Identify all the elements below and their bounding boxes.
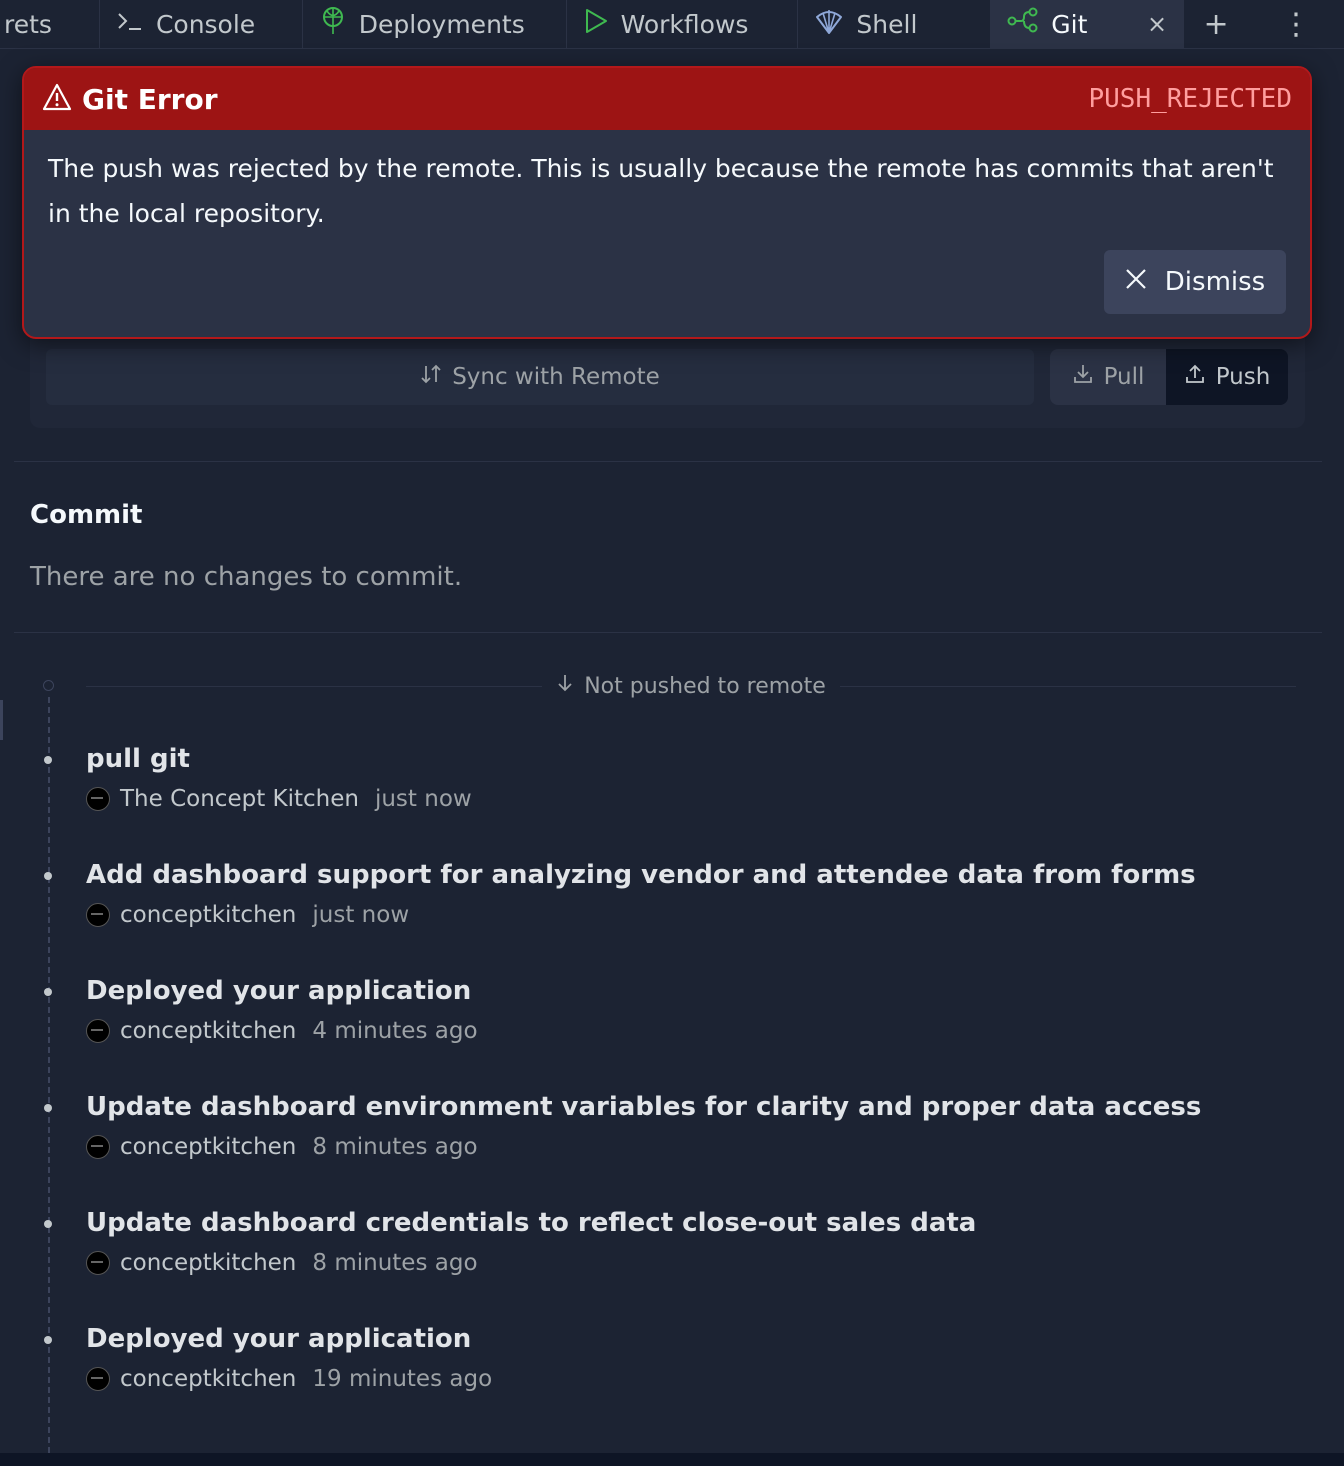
commit-entry-partial[interactable] — [86, 1436, 1286, 1453]
download-icon — [1072, 363, 1094, 391]
avatar — [86, 787, 110, 811]
avatar — [86, 903, 110, 927]
tab-label: Shell — [856, 9, 918, 39]
tab-console[interactable]: Console — [100, 0, 303, 48]
divider — [14, 632, 1322, 633]
commit-entry[interactable]: Add dashboard support for analyzing vend… — [44, 860, 1306, 928]
commit-entry[interactable]: Deployed your application conceptkitchen… — [44, 976, 1306, 1044]
commit-title: Update dashboard environment variables f… — [86, 1092, 1202, 1122]
commit-author: conceptkitchen — [120, 1018, 297, 1044]
commit-entry[interactable]: Update dashboard environment variables f… — [44, 1092, 1306, 1160]
commit-title: Deployed your application — [86, 976, 472, 1006]
commit-dot — [44, 1336, 52, 1344]
tab-label: Deployments — [358, 9, 525, 39]
push-button[interactable]: Push — [1166, 349, 1288, 405]
git-error-toast: Git Error PUSH_REJECTED The push was rej… — [22, 66, 1312, 339]
push-label: Push — [1215, 364, 1271, 390]
tab-shell[interactable]: Shell — [798, 0, 992, 48]
arrow-down-icon — [556, 673, 574, 699]
commit-entry[interactable]: Deployed your application conceptkitchen… — [44, 1324, 1306, 1392]
commit-author: conceptkitchen — [120, 1366, 297, 1392]
commit-title: Update dashboard credentials to reflect … — [86, 1208, 977, 1238]
tab-bar: rets Console Deployments Workflows Shell… — [0, 0, 1344, 49]
error-title: Git Error — [82, 82, 218, 116]
commit-entry[interactable]: Update dashboard credentials to reflect … — [44, 1208, 1306, 1276]
tab-secrets[interactable]: rets — [0, 0, 100, 48]
upload-icon — [1184, 363, 1206, 391]
error-message: The push was rejected by the remote. Thi… — [48, 154, 1274, 228]
commit-author: conceptkitchen — [120, 1250, 297, 1276]
commit-entry[interactable]: pull git The Concept Kitchen just now — [44, 744, 1306, 812]
plus-icon: + — [1203, 6, 1229, 42]
tab-label: Git — [1051, 9, 1088, 39]
not-pushed-label: Not pushed to remote — [584, 673, 826, 699]
warning-icon — [42, 83, 72, 115]
commit-time: 4 minutes ago — [312, 1018, 478, 1044]
resize-handle[interactable] — [0, 700, 3, 740]
commit-time: 8 minutes ago — [312, 1250, 478, 1276]
commit-title: Add dashboard support for analyzing vend… — [86, 860, 1196, 890]
avatar — [86, 1135, 110, 1159]
console-icon — [116, 9, 144, 39]
commit-time: just now — [374, 786, 472, 812]
bottom-edge — [0, 1453, 1344, 1466]
dismiss-button[interactable]: Dismiss — [1104, 250, 1286, 314]
sync-with-remote-button[interactable]: Sync with Remote — [46, 349, 1034, 405]
add-tab-button[interactable]: + — [1184, 0, 1248, 48]
close-icon — [1125, 267, 1147, 297]
dismiss-label: Dismiss — [1164, 267, 1266, 297]
error-code: PUSH_REJECTED — [1088, 84, 1293, 114]
avatar — [86, 1367, 110, 1391]
tab-git[interactable]: Git × — [991, 0, 1185, 48]
timeline-origin-marker — [43, 680, 54, 691]
commit-dot — [44, 756, 52, 764]
commit-author: The Concept Kitchen — [120, 786, 359, 812]
sync-arrows-icon — [420, 363, 442, 391]
tab-label: Console — [155, 9, 256, 39]
sync-label: Sync with Remote — [452, 364, 660, 390]
error-header: Git Error PUSH_REJECTED — [24, 68, 1310, 130]
commit-dot — [44, 1220, 52, 1228]
more-options-button[interactable]: ⋮ — [1248, 0, 1344, 48]
shell-icon — [814, 7, 844, 41]
divider — [14, 461, 1322, 462]
commit-heading: Commit — [30, 500, 143, 530]
tab-label: rets — [4, 9, 52, 39]
not-pushed-divider: Not pushed to remote — [86, 668, 1297, 704]
git-icon — [1007, 7, 1039, 41]
tab-workflows[interactable]: Workflows — [567, 0, 799, 48]
commit-author: conceptkitchen — [120, 1134, 297, 1160]
commit-title: Deployed your application — [86, 1324, 472, 1354]
avatar — [86, 1251, 110, 1275]
no-changes-text: There are no changes to commit. — [30, 562, 463, 592]
deployments-icon — [319, 6, 347, 42]
pull-button[interactable]: Pull — [1050, 349, 1166, 405]
tab-deployments[interactable]: Deployments — [303, 0, 567, 48]
commit-dot — [44, 872, 52, 880]
commit-dot — [44, 988, 52, 996]
pull-label: Pull — [1103, 364, 1145, 390]
kebab-menu-icon: ⋮ — [1281, 6, 1312, 42]
commit-time: 8 minutes ago — [312, 1134, 478, 1160]
close-icon[interactable]: × — [1147, 10, 1167, 38]
commit-author: conceptkitchen — [120, 902, 297, 928]
tab-label: Workflows — [620, 9, 749, 39]
commit-time: just now — [312, 902, 410, 928]
play-icon — [583, 7, 609, 41]
commit-title: pull git — [86, 744, 190, 774]
commit-dot — [44, 1104, 52, 1112]
commit-time: 19 minutes ago — [312, 1366, 493, 1392]
avatar — [86, 1019, 110, 1043]
